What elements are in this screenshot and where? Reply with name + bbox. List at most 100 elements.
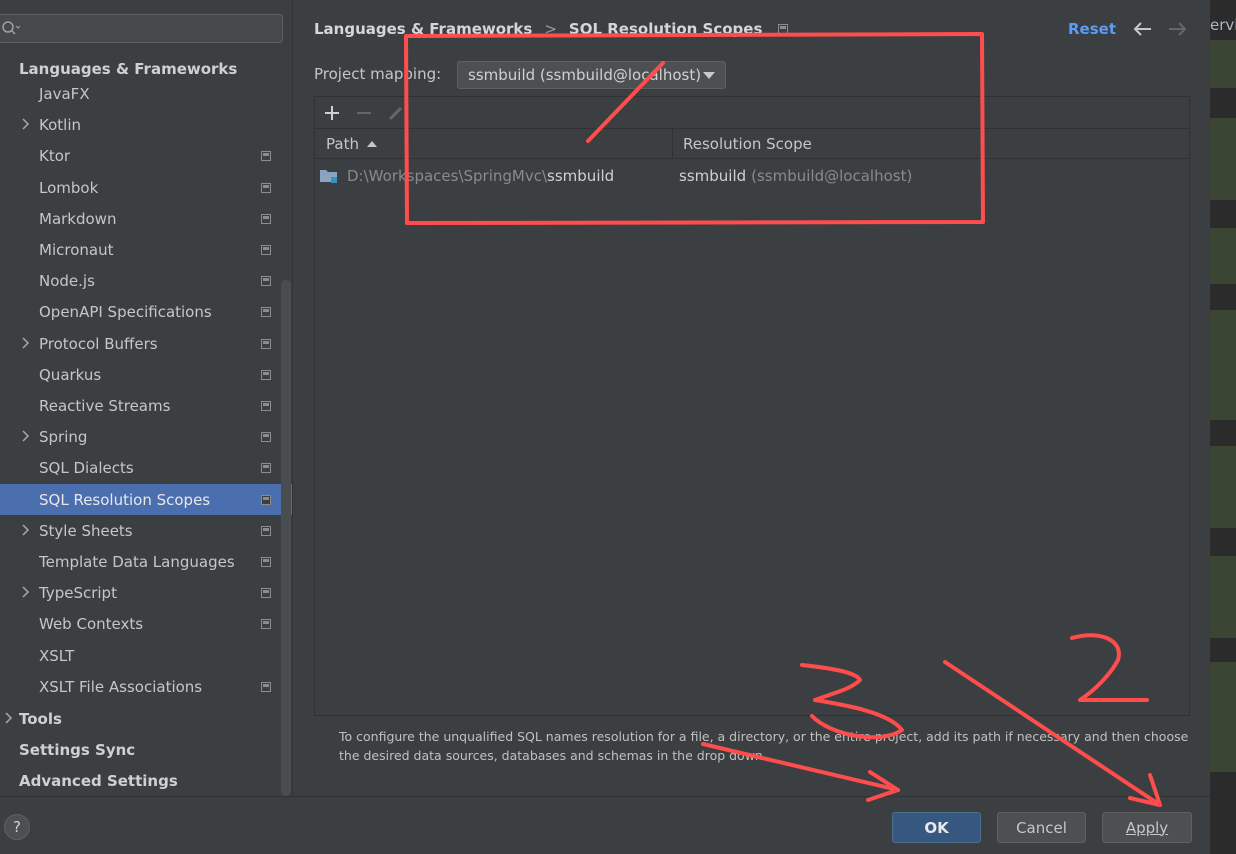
apply-button[interactable]: Apply bbox=[1102, 812, 1192, 843]
sidebar-item-xslt[interactable]: XSLT bbox=[0, 640, 292, 671]
sidebar-item-settings-sync[interactable]: Settings Sync bbox=[0, 734, 292, 765]
project-mapping-label: Project mapping: bbox=[314, 65, 442, 83]
sidebar-item-spring[interactable]: Spring bbox=[0, 421, 292, 452]
dialog-footer: ? OK Cancel Apply bbox=[0, 796, 1210, 854]
sidebar-item-markdown[interactable]: Markdown bbox=[0, 203, 292, 234]
sidebar-item-reactive-streams[interactable]: Reactive Streams bbox=[0, 390, 292, 421]
settings-search-input[interactable] bbox=[0, 14, 283, 43]
settings-content: Languages & Frameworks > SQL Resolution … bbox=[294, 0, 1208, 796]
editor-stripe bbox=[1210, 446, 1236, 528]
ok-button[interactable]: OK bbox=[892, 812, 981, 843]
editor-text: ervi bbox=[1210, 16, 1236, 34]
sidebar-item-label: Web Contexts bbox=[39, 614, 144, 633]
breadcrumb-current: SQL Resolution Scopes bbox=[568, 20, 763, 38]
sidebar-item-label: Node.js bbox=[39, 271, 95, 290]
cancel-button[interactable]: Cancel bbox=[997, 812, 1086, 843]
chevron-right-icon[interactable] bbox=[3, 712, 15, 724]
project-level-icon bbox=[261, 370, 271, 380]
reset-link[interactable]: Reset bbox=[1068, 20, 1116, 38]
project-level-icon bbox=[778, 24, 789, 34]
project-level-icon bbox=[261, 307, 271, 317]
sidebar-item-sql-resolution-scopes[interactable]: SQL Resolution Scopes bbox=[0, 484, 292, 515]
sidebar-item-label: Spring bbox=[39, 427, 88, 446]
sidebar-item-kotlin[interactable]: Kotlin bbox=[0, 109, 292, 140]
table-toolbar bbox=[315, 97, 1189, 129]
sidebar-item-label: JavaFX bbox=[39, 84, 90, 103]
chevron-right-icon[interactable] bbox=[20, 586, 32, 598]
edit-icon[interactable] bbox=[387, 104, 405, 122]
sidebar-item-javafx[interactable]: JavaFX bbox=[0, 78, 292, 109]
chevron-right-icon[interactable] bbox=[20, 430, 32, 442]
scope-cell[interactable]: ssmbuild (ssmbuild@localhost) bbox=[679, 160, 912, 192]
sidebar-item-ktor[interactable]: Ktor bbox=[0, 140, 292, 171]
path-prefix: D:\Workspaces\SpringMvc\ bbox=[347, 167, 548, 185]
sidebar-item-tools[interactable]: Tools bbox=[0, 703, 292, 734]
search-icon bbox=[2, 21, 20, 35]
module-folder-icon bbox=[320, 170, 337, 183]
sidebar-item-label: Micronaut bbox=[39, 240, 114, 259]
breadcrumb-separator: > bbox=[544, 20, 557, 38]
add-icon[interactable] bbox=[323, 104, 341, 122]
sidebar-item-node-js[interactable]: Node.js bbox=[0, 265, 292, 296]
sidebar-item-label: Ktor bbox=[39, 146, 71, 165]
column-header-path[interactable]: Path bbox=[315, 129, 673, 159]
project-level-icon bbox=[261, 619, 271, 629]
column-header-scope[interactable]: Resolution Scope bbox=[673, 129, 1189, 159]
sidebar-item-label: Settings Sync bbox=[19, 740, 136, 759]
sidebar-item-label: Quarkus bbox=[39, 365, 102, 384]
arrow-forward-icon[interactable] bbox=[1166, 20, 1188, 38]
sidebar-item-web-contexts[interactable]: Web Contexts bbox=[0, 608, 292, 639]
sidebar-item-lombok[interactable]: Lombok bbox=[0, 172, 292, 203]
scopes-table: Path Resolution Scope D:\Workspaces\Spri… bbox=[314, 96, 1190, 716]
sidebar-item-openapi-specifications[interactable]: OpenAPI Specifications bbox=[0, 296, 292, 327]
column-header-label: Resolution Scope bbox=[683, 135, 812, 153]
arrow-back-icon[interactable] bbox=[1132, 20, 1154, 38]
breadcrumb: Languages & Frameworks > SQL Resolution … bbox=[314, 20, 789, 38]
sidebar-item-style-sheets[interactable]: Style Sheets bbox=[0, 515, 292, 546]
sidebar-item-label: Template Data Languages bbox=[39, 552, 235, 571]
sidebar-item-quarkus[interactable]: Quarkus bbox=[0, 359, 292, 390]
project-level-icon bbox=[261, 276, 271, 286]
table-row[interactable]: D:\Workspaces\SpringMvc\ ssmbuild ssmbuil… bbox=[315, 160, 1189, 192]
chevron-right-icon[interactable] bbox=[20, 118, 32, 130]
sidebar-item-micronaut[interactable]: Micronaut bbox=[0, 234, 292, 265]
sidebar-item-label: Tools bbox=[19, 709, 62, 728]
chevron-right-icon[interactable] bbox=[20, 337, 32, 349]
project-mapping-select[interactable]: ssmbuild (ssmbuild@localhost) bbox=[457, 61, 726, 89]
path-cell[interactable]: D:\Workspaces\SpringMvc\ ssmbuild bbox=[319, 160, 614, 192]
sidebar-item-label: Advanced Settings bbox=[19, 771, 178, 790]
scope-name: ssmbuild bbox=[679, 167, 747, 185]
sidebar-item-sql-dialects[interactable]: SQL Dialects bbox=[0, 452, 292, 483]
help-button[interactable]: ? bbox=[4, 814, 30, 840]
project-level-icon bbox=[261, 588, 271, 598]
project-level-icon bbox=[261, 557, 271, 567]
sidebar-item-label: OpenAPI Specifications bbox=[39, 302, 212, 321]
sidebar-item-xslt-file-associations[interactable]: XSLT File Associations bbox=[0, 671, 292, 702]
sidebar-item-template-data-languages[interactable]: Template Data Languages bbox=[0, 546, 292, 577]
project-level-icon bbox=[261, 682, 271, 692]
remove-icon[interactable] bbox=[355, 104, 373, 122]
chevron-right-icon[interactable] bbox=[20, 524, 32, 536]
settings-sidebar: Languages & Frameworks JavaFX Kotlin Ktor L… bbox=[0, 0, 293, 796]
editor-stripe bbox=[1210, 556, 1236, 638]
sidebar-item-label: XSLT bbox=[39, 646, 75, 665]
sidebar-item-label: Style Sheets bbox=[39, 521, 133, 540]
sidebar-scrollbar[interactable] bbox=[281, 280, 291, 796]
editor-stripe bbox=[1210, 118, 1236, 200]
sidebar-item-protocol-buffers[interactable]: Protocol Buffers bbox=[0, 328, 292, 359]
sidebar-item-label: Lombok bbox=[39, 178, 99, 197]
project-level-icon bbox=[261, 526, 271, 536]
project-mapping-value: ssmbuild (ssmbuild@localhost) bbox=[468, 66, 702, 84]
breadcrumb-parent[interactable]: Languages & Frameworks bbox=[314, 20, 532, 38]
project-level-icon bbox=[261, 183, 271, 193]
sidebar-item-typescript[interactable]: TypeScript bbox=[0, 577, 292, 608]
table-header: Path Resolution Scope bbox=[315, 129, 1189, 159]
sidebar-item-label: XSLT File Associations bbox=[39, 677, 203, 696]
project-level-icon bbox=[261, 463, 271, 473]
project-level-icon bbox=[261, 339, 271, 349]
editor-stripe bbox=[1210, 40, 1236, 88]
editor-stripe bbox=[1210, 228, 1236, 284]
sidebar-item-advanced-settings[interactable]: Advanced Settings bbox=[0, 765, 292, 796]
project-level-icon bbox=[261, 245, 271, 255]
sidebar-group-header[interactable]: Languages & Frameworks bbox=[19, 60, 237, 78]
